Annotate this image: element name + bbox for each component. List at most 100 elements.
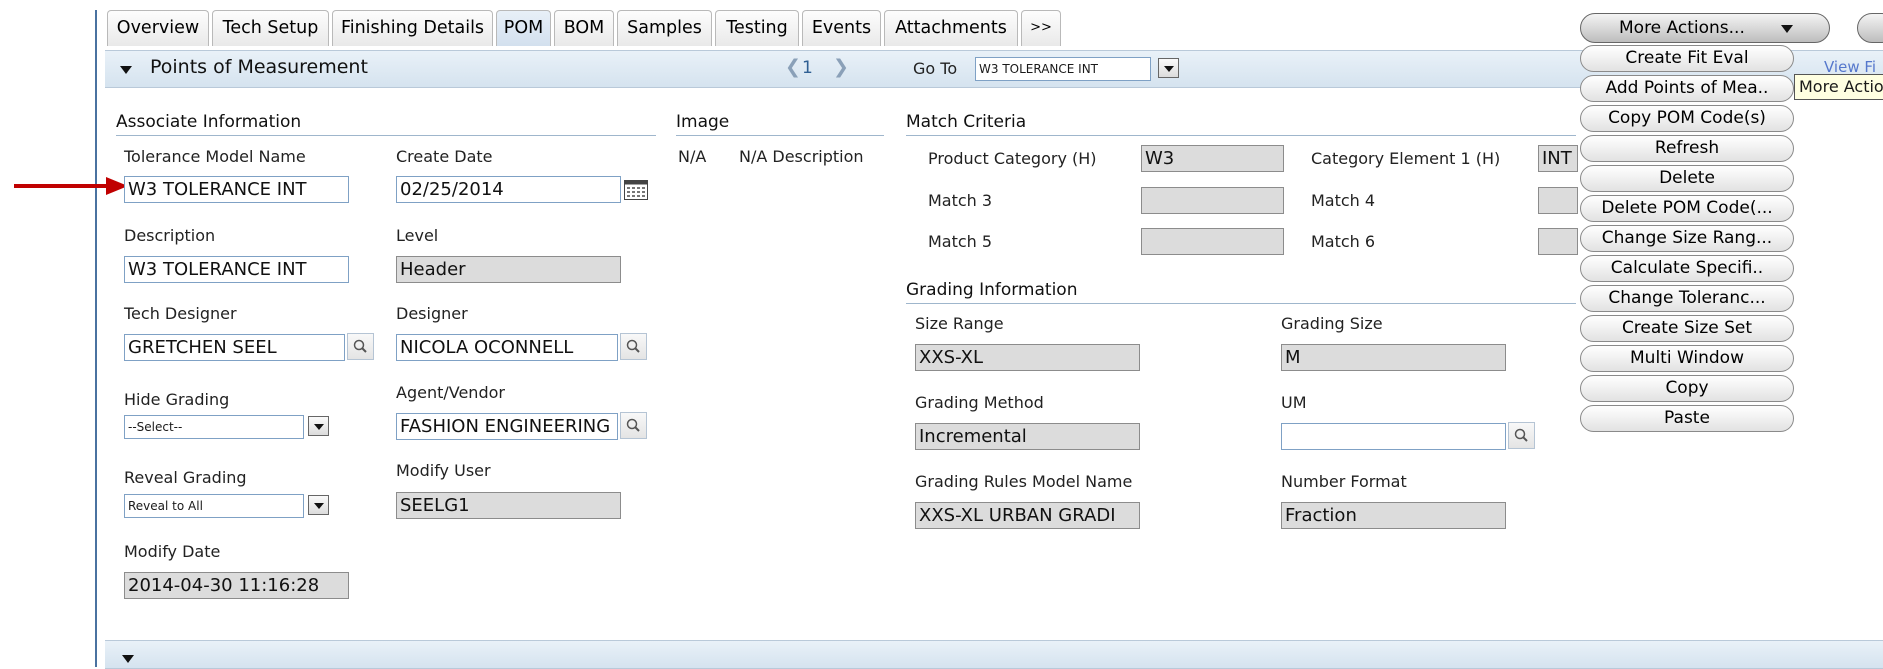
hide-grading-label: Hide Grading <box>124 390 230 409</box>
match6-label: Match 6 <box>1311 232 1376 251</box>
designer-field[interactable]: NICOLA OCONNELL <box>396 334 618 361</box>
modify-user-value: SEELG1 <box>400 495 470 516</box>
tab-more[interactable]: >> <box>1021 10 1061 46</box>
menu-create-fit-eval[interactable]: Create Fit Eval <box>1580 45 1794 72</box>
grading-method-field: Incremental <box>915 423 1140 450</box>
tolerance-model-name-value: W3 TOLERANCE INT <box>128 179 307 200</box>
category-element-1-value: INT <box>1542 148 1572 169</box>
create-date-field[interactable]: 02/25/2014 <box>396 176 621 203</box>
more-actions-tooltip: More Actions <box>1794 74 1883 100</box>
associate-divider <box>116 135 656 136</box>
match3-label: Match 3 <box>928 191 993 210</box>
match4-label: Match 4 <box>1311 191 1376 210</box>
description-label: Description <box>124 226 216 245</box>
goto-select[interactable]: W3 TOLERANCE INT <box>975 57 1151 81</box>
match-divider <box>906 135 1576 136</box>
more-actions-label: More Actions... <box>1619 18 1745 38</box>
associate-info-heading: Associate Information <box>116 112 302 132</box>
menu-refresh[interactable]: Refresh <box>1580 135 1794 162</box>
tab-tech-setup[interactable]: Tech Setup <box>212 10 329 46</box>
search-icon <box>353 339 367 353</box>
grading-rules-model-field: XXS-XL URBAN GRADI <box>915 502 1140 529</box>
tab-testing[interactable]: Testing <box>715 10 799 46</box>
match6-field <box>1538 228 1578 255</box>
match-criteria-heading: Match Criteria <box>906 112 1027 132</box>
match4-field <box>1538 187 1578 214</box>
tech-designer-search-button[interactable] <box>347 333 374 360</box>
tolerance-model-name-field[interactable]: W3 TOLERANCE INT <box>124 176 349 203</box>
category-element-1-label: Category Element 1 (H) <box>1311 149 1501 168</box>
reveal-grading-label: Reveal Grading <box>124 468 247 487</box>
menu-copy[interactable]: Copy <box>1580 375 1794 402</box>
modify-date-value: 2014-04-30 11:16:28 <box>128 575 320 596</box>
hide-grading-select[interactable]: --Select-- <box>124 415 304 439</box>
um-label: UM <box>1281 393 1307 412</box>
um-search-button[interactable] <box>1508 422 1535 449</box>
designer-value: NICOLA OCONNELL <box>400 337 574 358</box>
calendar-icon[interactable] <box>624 180 648 200</box>
tech-designer-value: GRETCHEN SEEL <box>128 337 277 358</box>
category-element-1-field: INT <box>1538 145 1578 172</box>
tab-pom[interactable]: POM <box>496 10 551 46</box>
agent-vendor-value: FASHION ENGINEERING <box>400 416 611 437</box>
grading-info-heading: Grading Information <box>906 280 1078 300</box>
menu-paste[interactable]: Paste <box>1580 405 1794 432</box>
menu-calculate-specification[interactable]: Calculate Specifi.. <box>1580 255 1794 282</box>
um-field[interactable] <box>1281 423 1506 450</box>
product-category-field: W3 <box>1141 145 1284 172</box>
goto-select-value: W3 TOLERANCE INT <box>979 62 1099 76</box>
hide-grading-dropdown-button[interactable] <box>308 416 329 436</box>
tolerance-model-name-label: Tolerance Model Name <box>124 147 306 166</box>
tab-finishing-details[interactable]: Finishing Details <box>332 10 493 46</box>
next-page-icon[interactable]: ❯ <box>833 56 849 78</box>
menu-change-tolerance[interactable]: Change Toleranc... <box>1580 285 1794 312</box>
tab-attachments[interactable]: Attachments <box>884 10 1018 46</box>
bottom-section-bar <box>105 640 1883 669</box>
size-range-label: Size Range <box>915 314 1004 333</box>
menu-change-size-range[interactable]: Change Size Rang... <box>1580 225 1794 252</box>
menu-create-size-set[interactable]: Create Size Set <box>1580 315 1794 342</box>
tech-designer-field[interactable]: GRETCHEN SEEL <box>124 334 345 361</box>
level-field: Header <box>396 256 621 283</box>
extra-toolbar-button[interactable] <box>1857 13 1883 43</box>
expand-triangle-icon[interactable] <box>122 655 134 663</box>
page-number: 1 <box>802 58 813 78</box>
more-actions-button[interactable]: More Actions... <box>1580 13 1830 43</box>
search-icon <box>626 418 640 432</box>
hide-grading-value: --Select-- <box>128 420 183 434</box>
collapse-triangle-icon[interactable] <box>120 66 132 74</box>
section-title: Points of Measurement <box>150 56 368 78</box>
search-icon <box>626 339 640 353</box>
tab-bom[interactable]: BOM <box>554 10 614 46</box>
menu-multi-window[interactable]: Multi Window <box>1580 345 1794 372</box>
reveal-grading-select[interactable]: Reveal to All <box>124 494 304 518</box>
menu-delete-pom-code[interactable]: Delete POM Code(... <box>1580 195 1794 222</box>
product-category-value: W3 <box>1145 148 1175 169</box>
agent-vendor-label: Agent/Vendor <box>396 383 505 402</box>
grading-rules-model-label: Grading Rules Model Name <box>915 472 1133 491</box>
prev-page-icon[interactable]: ❮ <box>785 56 801 78</box>
reveal-grading-dropdown-button[interactable] <box>308 495 329 515</box>
match5-label: Match 5 <box>928 232 993 251</box>
designer-search-button[interactable] <box>620 333 647 360</box>
number-format-value: Fraction <box>1285 505 1357 526</box>
level-label: Level <box>396 226 439 245</box>
tab-overview[interactable]: Overview <box>107 10 209 46</box>
goto-dropdown-button[interactable] <box>1158 58 1179 78</box>
description-field[interactable]: W3 TOLERANCE INT <box>124 256 349 283</box>
tab-events[interactable]: Events <box>802 10 881 46</box>
menu-copy-pom-codes[interactable]: Copy POM Code(s) <box>1580 105 1794 132</box>
size-range-value: XXS-XL <box>919 347 984 368</box>
grading-size-value: M <box>1285 347 1301 368</box>
chevron-down-icon <box>314 424 324 430</box>
agent-vendor-search-button[interactable] <box>620 412 647 439</box>
create-date-value: 02/25/2014 <box>400 179 504 200</box>
menu-add-points-of-measure[interactable]: Add Points of Mea.. <box>1580 75 1794 102</box>
search-icon <box>1514 428 1528 442</box>
tab-samples[interactable]: Samples <box>617 10 712 46</box>
agent-vendor-field[interactable]: FASHION ENGINEERING <box>396 413 618 440</box>
image-na: N/A <box>678 147 707 166</box>
menu-delete[interactable]: Delete <box>1580 165 1794 192</box>
modify-date-label: Modify Date <box>124 542 221 561</box>
chevron-down-icon <box>314 503 324 509</box>
